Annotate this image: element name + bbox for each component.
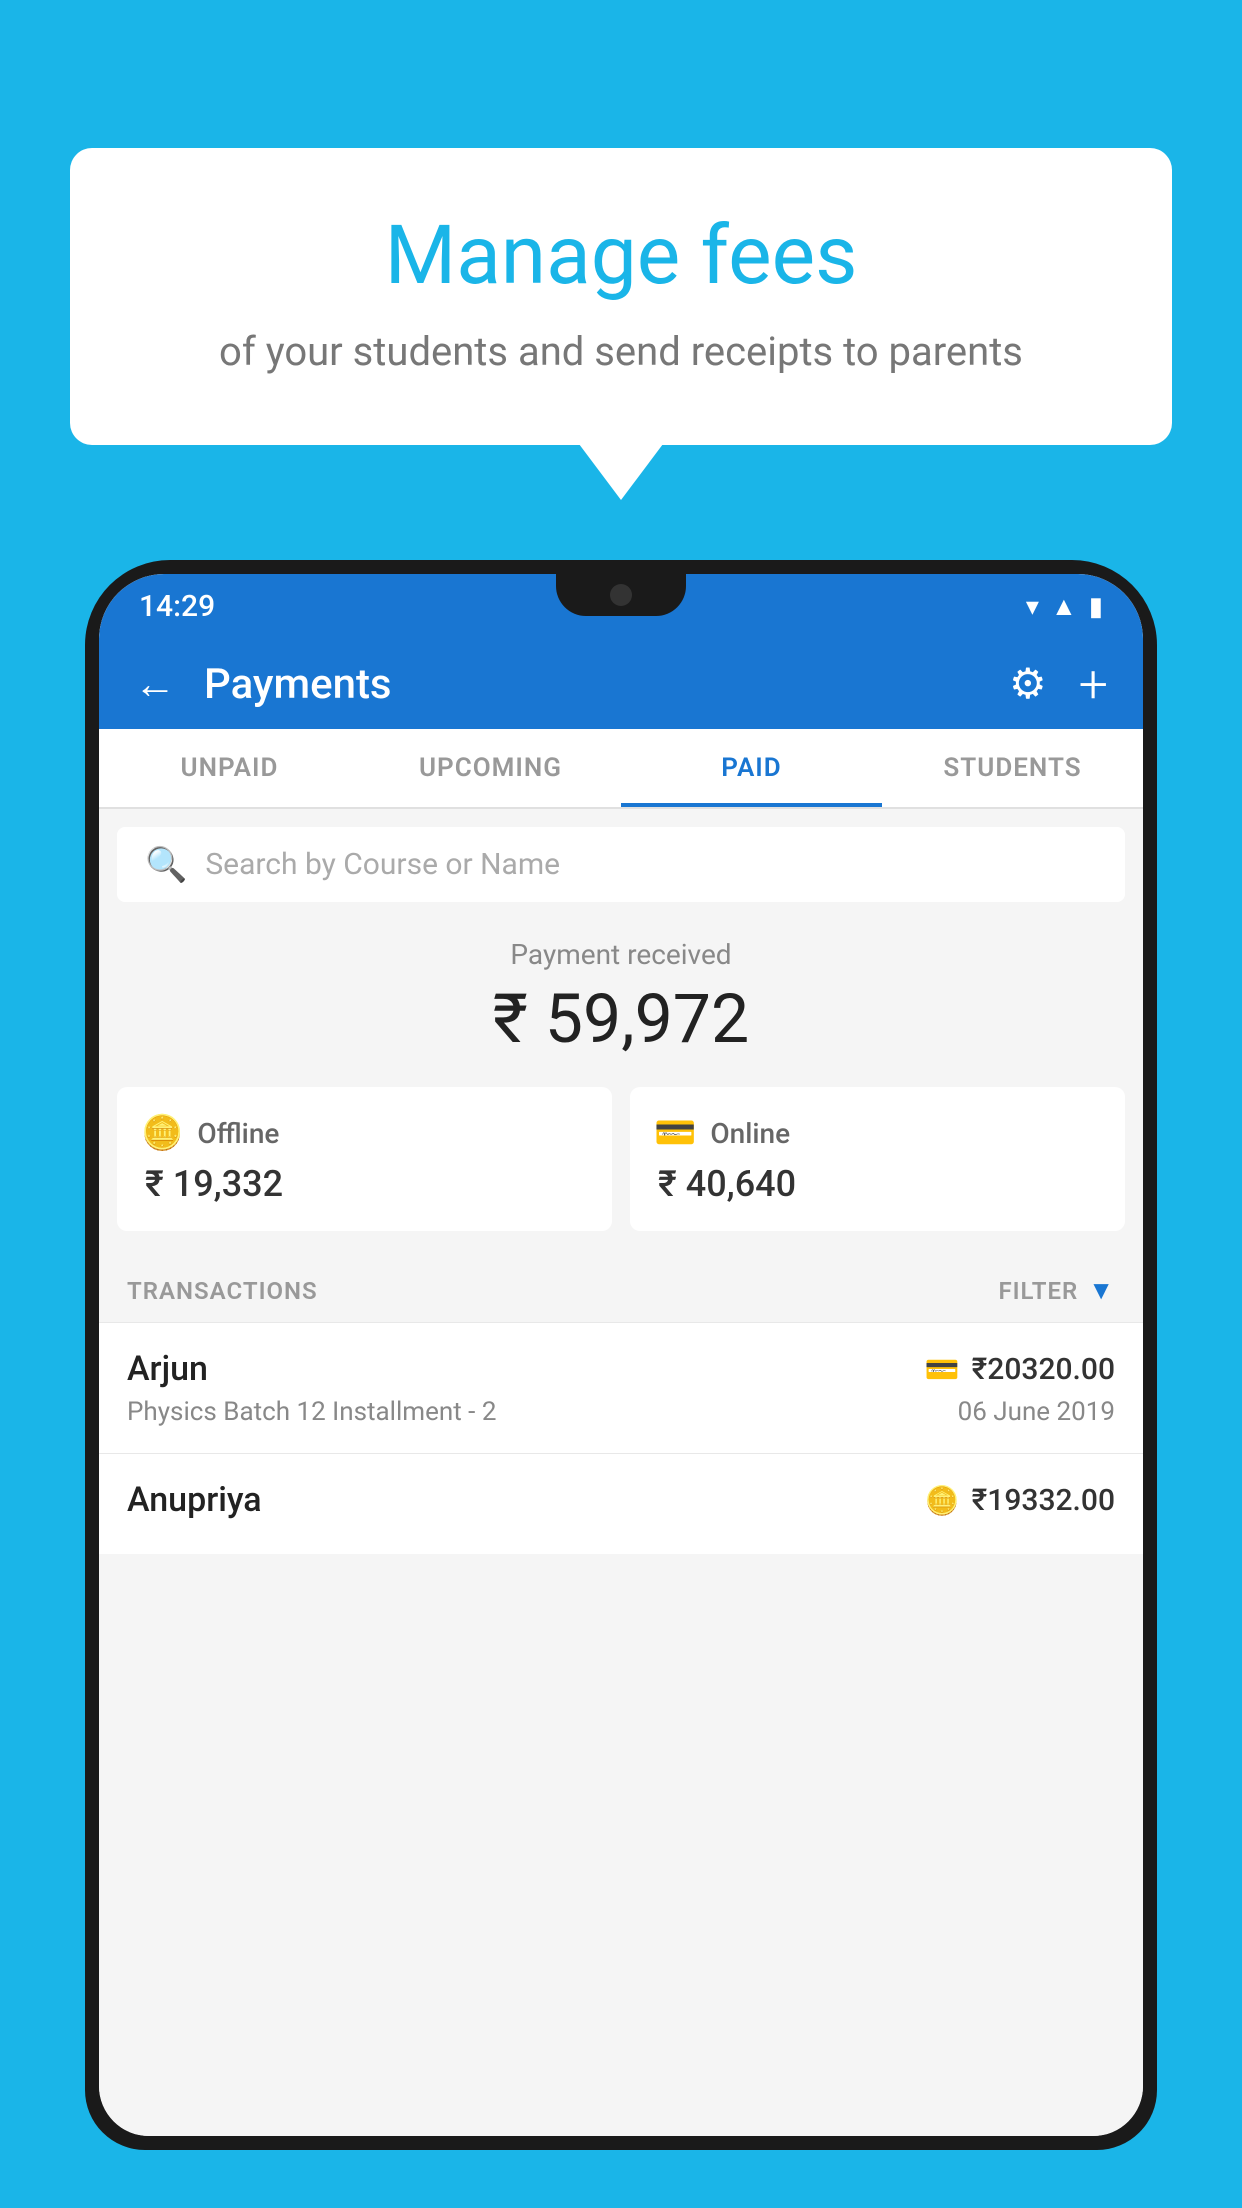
app-content: 🔍 Search by Course or Name Payment recei… — [99, 809, 1143, 2136]
speech-bubble: Manage fees of your students and send re… — [70, 148, 1172, 445]
phone-inner: 14:29 ▾ ▲ ▮ ← Payments ⚙ + UNPAID UPCOMI… — [99, 574, 1143, 2136]
battery-icon: ▮ — [1089, 592, 1103, 622]
phone-outer: 14:29 ▾ ▲ ▮ ← Payments ⚙ + UNPAID UPCOMI… — [85, 560, 1157, 2150]
status-icons: ▾ ▲ ▮ — [1026, 591, 1103, 622]
payment-received-section: Payment received ₹ 59,972 — [99, 902, 1143, 1087]
transaction-date: 06 June 2019 — [958, 1397, 1115, 1427]
payment-cards: 🪙 Offline ₹ 19,332 💳 Online ₹ 40,640 — [99, 1087, 1143, 1231]
online-card: 💳 Online ₹ 40,640 — [630, 1087, 1125, 1231]
transaction-amount-wrap: 💳 ₹20320.00 — [925, 1352, 1115, 1387]
notch-camera — [610, 584, 632, 606]
online-amount: ₹ 40,640 — [654, 1163, 1101, 1205]
back-button[interactable]: ← — [134, 660, 176, 709]
online-icon: 💳 — [654, 1113, 696, 1153]
transaction-row[interactable]: Arjun 💳 ₹20320.00 Physics Batch 12 Insta… — [99, 1322, 1143, 1453]
status-time: 14:29 — [139, 589, 215, 624]
transaction-amount-wrap: 🪙 ₹19332.00 — [925, 1483, 1115, 1518]
search-icon: 🔍 — [145, 845, 187, 885]
search-bar[interactable]: 🔍 Search by Course or Name — [117, 827, 1125, 902]
filter-label: FILTER — [998, 1277, 1078, 1305]
tab-unpaid[interactable]: UNPAID — [99, 729, 360, 807]
filter-icon: ▼ — [1088, 1275, 1115, 1306]
transaction-course: Physics Batch 12 Installment - 2 — [127, 1397, 496, 1427]
transaction-offline-icon: 🪙 — [925, 1484, 960, 1517]
transaction-name: Arjun — [127, 1349, 208, 1389]
online-label: Online — [710, 1117, 790, 1150]
tab-students[interactable]: STUDENTS — [882, 729, 1143, 807]
offline-label: Offline — [197, 1117, 279, 1150]
app-header: ← Payments ⚙ + — [99, 639, 1143, 729]
notch — [556, 574, 686, 616]
tab-upcoming[interactable]: UPCOMING — [360, 729, 621, 807]
transaction-amount: ₹20320.00 — [972, 1352, 1115, 1387]
offline-card: 🪙 Offline ₹ 19,332 — [117, 1087, 612, 1231]
payment-received-amount: ₹ 59,972 — [99, 979, 1143, 1059]
add-button[interactable]: + — [1079, 654, 1108, 715]
bubble-title: Manage fees — [140, 208, 1102, 304]
status-bar: 14:29 ▾ ▲ ▮ — [99, 574, 1143, 639]
phone-frame: 14:29 ▾ ▲ ▮ ← Payments ⚙ + UNPAID UPCOMI… — [85, 560, 1157, 2208]
transactions-label: TRANSACTIONS — [127, 1277, 318, 1305]
wifi-icon: ▾ — [1026, 592, 1039, 622]
transaction-card-icon: 💳 — [925, 1353, 960, 1386]
transaction-name: Anupriya — [127, 1480, 262, 1520]
bubble-subtitle: of your students and send receipts to pa… — [140, 328, 1102, 375]
filter-button[interactable]: FILTER ▼ — [998, 1275, 1115, 1306]
transaction-amount: ₹19332.00 — [972, 1483, 1115, 1518]
signal-icon: ▲ — [1051, 591, 1077, 622]
transactions-header: TRANSACTIONS FILTER ▼ — [99, 1259, 1143, 1322]
offline-amount: ₹ 19,332 — [141, 1163, 588, 1205]
gear-icon[interactable]: ⚙ — [1009, 659, 1047, 709]
tabs-bar: UNPAID UPCOMING PAID STUDENTS — [99, 729, 1143, 809]
page-title: Payments — [204, 660, 1009, 709]
tab-paid[interactable]: PAID — [621, 729, 882, 807]
speech-bubble-container: Manage fees of your students and send re… — [70, 148, 1172, 445]
offline-icon: 🪙 — [141, 1113, 183, 1153]
search-input[interactable]: Search by Course or Name — [205, 847, 560, 882]
transaction-row[interactable]: Anupriya 🪙 ₹19332.00 — [99, 1453, 1143, 1554]
payment-received-label: Payment received — [99, 938, 1143, 971]
